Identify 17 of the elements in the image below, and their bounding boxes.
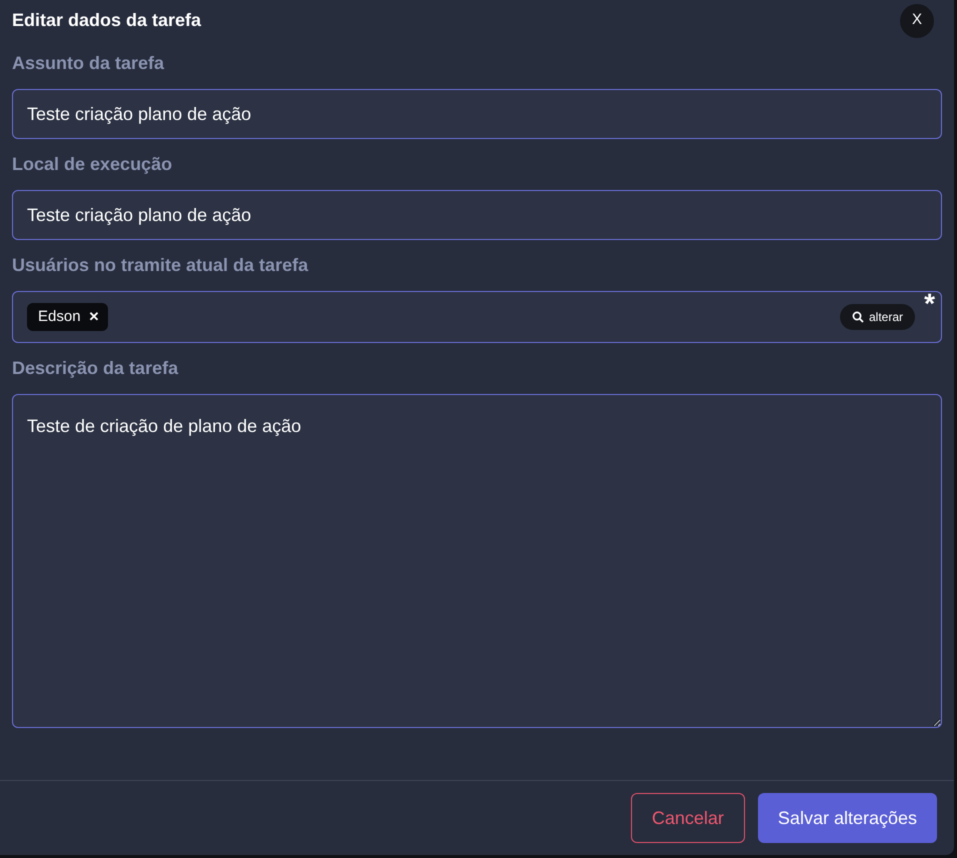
remove-tag-button[interactable]: ✕ — [88, 307, 100, 327]
description-field[interactable]: Teste de criação de plano de ação — [12, 394, 942, 728]
dialog-title: Editar dados da tarefa — [12, 9, 202, 32]
field-label: Local de execução — [12, 153, 174, 176]
cancel-button[interactable]: Cancelar — [630, 793, 745, 843]
text-field[interactable]: Teste criação plano de ação — [12, 89, 942, 139]
close-button[interactable]: X — [900, 4, 934, 38]
field-label: Assunto da tarefa — [12, 52, 166, 75]
required-mark: * — [924, 290, 935, 318]
field-label: Usuários no tramite atual da tarefa — [12, 254, 310, 277]
field-label: Descrição da tarefa — [12, 357, 180, 380]
text-field[interactable]: Teste criação plano de ação — [12, 190, 942, 240]
search-icon — [852, 311, 864, 323]
change-button[interactable]: alterar — [840, 304, 915, 330]
user-tag: Edson ✕ — [27, 303, 108, 331]
user-select-field[interactable]: Edson ✕ alterar * — [12, 291, 942, 343]
save-button[interactable]: Salvar alterações — [758, 793, 937, 843]
